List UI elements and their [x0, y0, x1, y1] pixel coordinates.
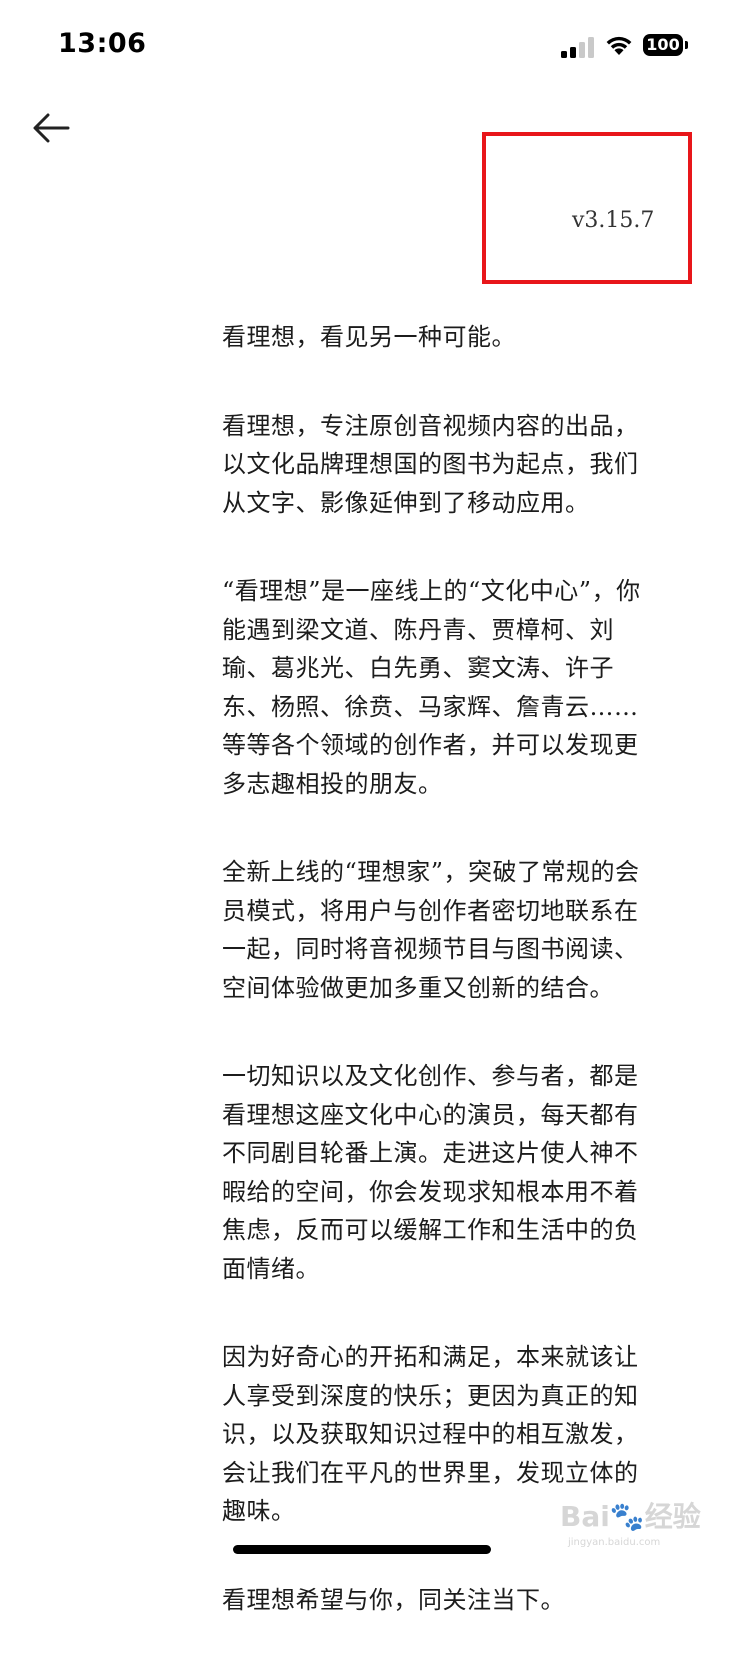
app-version-label: v3.15.7 — [572, 208, 655, 233]
watermark-brand: Bai — [560, 1500, 610, 1533]
wifi-icon — [606, 36, 632, 55]
arrow-left-icon — [33, 113, 70, 143]
battery-indicator: 100 — [643, 34, 683, 56]
cellular-signal-icon — [561, 36, 595, 58]
paw-icon: 🐾 — [609, 1500, 645, 1533]
about-content: 看理想，看见另一种可能。 看理想，专注原创音视频内容的出品，以文化品牌理想国的图… — [222, 318, 652, 1669]
about-paragraph: 看理想，看见另一种可能。 — [222, 323, 516, 351]
home-indicator[interactable] — [233, 1545, 491, 1554]
battery-tip — [685, 41, 688, 49]
baidu-jingyan-watermark: Bai🐾经验 jingyan.baidu.com — [560, 1495, 701, 1548]
watermark-suffix: 经验 — [644, 1500, 701, 1533]
watermark-url: jingyan.baidu.com — [568, 1537, 661, 1548]
about-paragraph: 一切知识以及文化创作、参与者，都是看理想这座文化中心的演员，每天都有不同剧目轮番… — [222, 1062, 639, 1283]
about-paragraph: 看理想，专注原创音视频内容的出品，以文化品牌理想国的图书为起点，我们从文字、影像… — [222, 411, 639, 517]
about-paragraph: “看理想”是一座线上的“文化中心”，你能遇到梁文道、陈丹青、贾樟柯、刘瑜、葛兆光… — [222, 577, 641, 798]
status-bar: 13:06 100 — [0, 0, 739, 92]
status-time: 13:06 — [58, 28, 147, 59]
about-paragraph: 全新上线的“理想家”，突破了常规的会员模式，将用户与创作者密切地联系在一起，同时… — [222, 858, 640, 1002]
back-button[interactable] — [30, 104, 76, 150]
